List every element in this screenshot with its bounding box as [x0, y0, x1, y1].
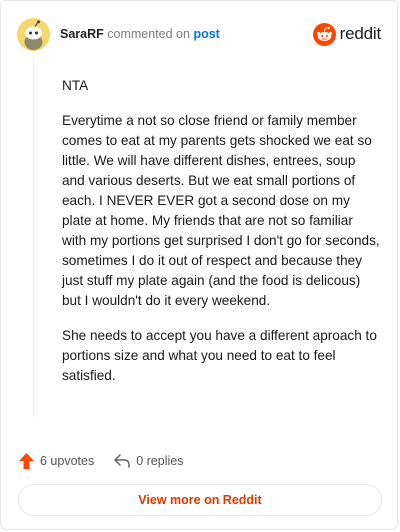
user-avatar[interactable]: [17, 17, 50, 51]
reddit-snoo-icon: [312, 22, 336, 46]
upvote-button[interactable]: 6 upvotes: [19, 453, 94, 469]
upvote-arrow-icon: [19, 453, 34, 469]
comment-body: NTA Everytime a not so close friend or f…: [62, 76, 380, 401]
reddit-logo[interactable]: reddit: [312, 22, 382, 46]
snoo-avatar-icon: [17, 17, 50, 51]
comment-paragraph: NTA: [62, 78, 89, 93]
comment-action-text: commented on: [107, 27, 190, 41]
comment-actions: 6 upvotes 0 replies: [19, 451, 183, 471]
reply-count: 0 replies: [136, 454, 184, 468]
reply-button[interactable]: 0 replies: [114, 454, 183, 468]
reply-arrow-icon: [114, 454, 130, 468]
brand-wordmark: reddit: [339, 24, 382, 43]
comment-card: SaraRF commented on post reddit NTA Ever…: [0, 0, 398, 530]
comment-paragraph: Everytime a not so close friend or famil…: [62, 113, 380, 308]
post-link[interactable]: post: [193, 27, 219, 41]
thread-line: [33, 57, 34, 417]
username-link[interactable]: SaraRF: [60, 27, 104, 41]
view-more-button[interactable]: View more on Reddit: [18, 484, 382, 516]
comment-meta: SaraRF commented on post: [60, 27, 220, 41]
comment-paragraph: She needs to accept you have a different…: [62, 328, 377, 383]
comment-header: SaraRF commented on post reddit: [17, 17, 381, 51]
upvote-count: 6 upvotes: [40, 454, 95, 468]
